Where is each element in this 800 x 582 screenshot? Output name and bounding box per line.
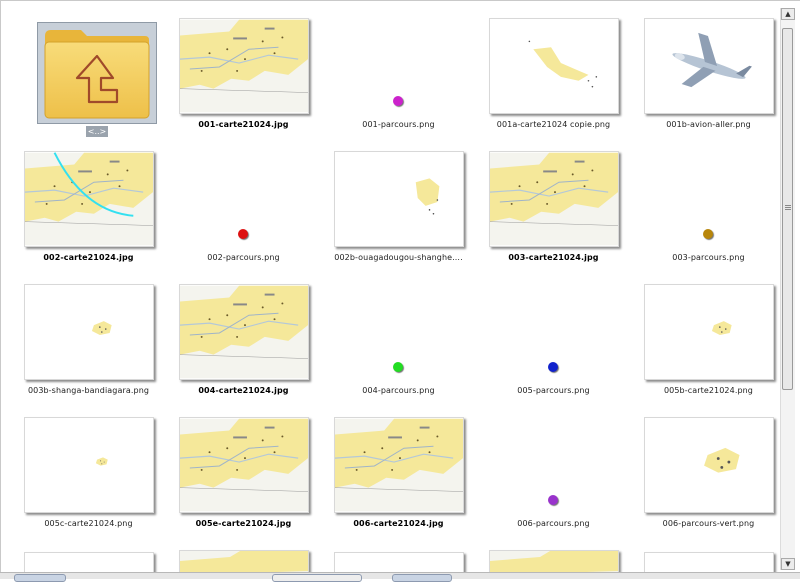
scroll-up-button[interactable]: ▲	[781, 8, 795, 20]
thumbnail-image	[393, 362, 403, 372]
vertical-scrollbar[interactable]: ▲ ▼	[780, 8, 795, 570]
bottom-button-right[interactable]	[392, 574, 452, 582]
file-name-label: 002b-ouagadougou-shanghe....	[334, 253, 463, 262]
thumbnail-image	[393, 96, 403, 106]
file-name-label: 004-parcours.png	[362, 386, 435, 395]
file-item[interactable]: 003-parcours.png	[631, 141, 780, 273]
file-name-label: 001a-carte21024 copie.png	[496, 120, 611, 129]
file-item[interactable]: 002-carte21024.jpg	[11, 141, 166, 273]
file-name-label: 001b-avion-aller.png	[666, 120, 751, 129]
file-name-label: 006-parcours-vert.png	[662, 519, 755, 528]
file-item[interactable]: 001b-avion-aller.png	[631, 8, 780, 140]
file-name-label: 005c-carte21024.png	[44, 519, 133, 528]
file-name-label: 003-carte21024.jpg	[508, 253, 599, 262]
thumbnail-image	[703, 229, 713, 239]
thumbnail-image	[644, 284, 774, 380]
file-name-label: 002-parcours.png	[207, 253, 280, 262]
parent-folder-item[interactable]: <..>	[11, 8, 166, 140]
file-item[interactable]: 001-parcours.png	[321, 8, 476, 140]
file-item[interactable]: 001a-carte21024 copie.png	[476, 8, 631, 140]
thumbnail-image	[644, 417, 774, 513]
file-name-label: 006-carte21024.jpg	[353, 519, 444, 528]
file-name-label: 005e-carte21024.jpg	[195, 519, 292, 528]
scroll-down-button[interactable]: ▼	[781, 558, 795, 570]
thumbnail-image	[644, 18, 774, 114]
file-item[interactable]: 004-carte21024.jpg	[166, 274, 321, 406]
scrollbar-thumb[interactable]	[782, 28, 793, 390]
file-item[interactable]: 002b-ouagadougou-shanghe....	[321, 141, 476, 273]
bottom-button-left[interactable]	[14, 574, 66, 582]
thumbnail-image	[334, 151, 464, 247]
thumbnail-image	[179, 284, 309, 380]
thumbnail-image	[238, 229, 248, 239]
thumbnail-image	[179, 18, 309, 114]
file-name-label: 005b-carte21024.png	[663, 386, 753, 395]
file-item[interactable]: 006-parcours-vert.png	[631, 407, 780, 539]
file-item[interactable]: 004-parcours.png	[321, 274, 476, 406]
file-name-label: 006-parcours.png	[517, 519, 590, 528]
file-item[interactable]: 006-parcours.png	[476, 407, 631, 539]
file-item[interactable]: 005-parcours.png	[476, 274, 631, 406]
thumbnail-image	[24, 284, 154, 380]
file-name-label: 005-parcours.png	[517, 386, 590, 395]
file-name-label: 003-parcours.png	[672, 253, 745, 262]
file-name-label: 001-carte21024.jpg	[198, 120, 289, 129]
thumbnail-image	[489, 18, 619, 114]
thumbnail-image	[179, 417, 309, 513]
file-item[interactable]: 006-carte21024.jpg	[321, 407, 476, 539]
file-item[interactable]: 005b-carte21024.png	[631, 274, 780, 406]
folder-up-icon	[41, 26, 153, 120]
file-item[interactable]: 003b-shanga-bandiagara.png	[11, 274, 166, 406]
file-item[interactable]: 001-carte21024.jpg	[166, 8, 321, 140]
file-name-label: 003b-shanga-bandiagara.png	[27, 386, 150, 395]
thumbnail-image	[489, 151, 619, 247]
file-name-label: 001-parcours.png	[362, 120, 435, 129]
bottom-field[interactable]	[272, 574, 362, 582]
file-item[interactable]: 002-parcours.png	[166, 141, 321, 273]
thumbnail-image	[24, 151, 154, 247]
thumbnail-image	[548, 495, 558, 505]
thumbnail-image	[24, 417, 154, 513]
thumbnail-image	[548, 362, 558, 372]
thumbnail-image	[334, 417, 464, 513]
file-name-label: 002-carte21024.jpg	[43, 253, 134, 262]
parent-folder-label: <..>	[86, 126, 108, 137]
file-item[interactable]: 003-carte21024.jpg	[476, 141, 631, 273]
file-name-label: 004-carte21024.jpg	[198, 386, 289, 395]
thumbnail-grid: <..> 001-carte21024.jpg 001-parcours.png …	[0, 0, 780, 578]
file-item[interactable]: 005c-carte21024.png	[11, 407, 166, 539]
file-item[interactable]: 005e-carte21024.jpg	[166, 407, 321, 539]
